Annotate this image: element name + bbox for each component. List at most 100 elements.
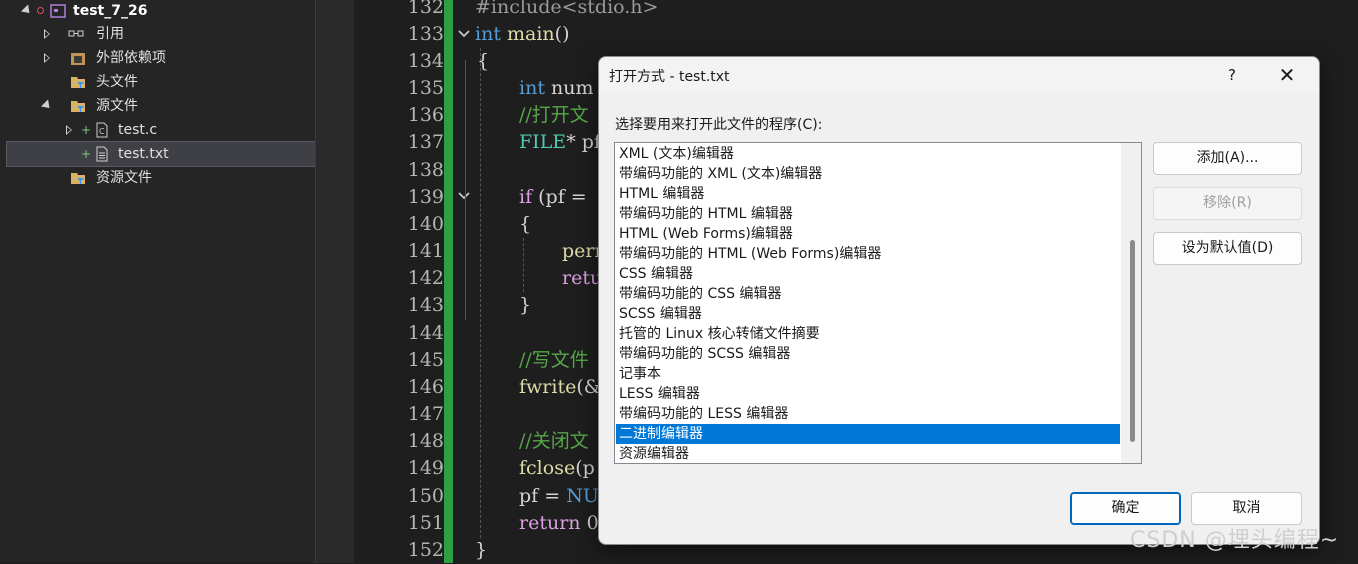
tree-item-label: 引用 xyxy=(96,26,124,42)
line-number: 149 xyxy=(407,457,444,479)
tree-item-references[interactable]: 引用 xyxy=(0,22,315,46)
program-option[interactable]: 带编码功能的 HTML 编辑器 xyxy=(616,204,1120,224)
listbox-scrollbar[interactable] xyxy=(1121,143,1141,463)
ok-button[interactable]: 确定 xyxy=(1070,492,1181,525)
pending-add-icon: + xyxy=(81,123,92,137)
svg-text:C: C xyxy=(99,127,105,136)
tree-item-external-deps[interactable]: 外部依赖项 xyxy=(0,46,315,70)
program-option[interactable]: 带编码功能的 XML (文本)编辑器 xyxy=(616,164,1120,184)
watermark: CSDN @埋头编程~ xyxy=(1130,528,1340,553)
tree-item-label: 外部依赖项 xyxy=(96,50,166,66)
code-text: 0 xyxy=(580,512,599,534)
set-default-button[interactable]: 设为默认值(D) xyxy=(1153,232,1302,265)
remove-button[interactable]: 移除(R) xyxy=(1153,187,1302,220)
program-option[interactable]: HTML 编辑器 xyxy=(616,184,1120,204)
program-option[interactable]: HTML (Web Forms)编辑器 xyxy=(616,224,1120,244)
tree-item-source-files[interactable]: 源文件 xyxy=(0,94,315,118)
line-number: 132 xyxy=(407,0,444,18)
code-text: pf = xyxy=(519,485,567,507)
code-line: #include<stdio.h> xyxy=(475,0,659,18)
tree-item-test-txt[interactable]: + test.txt xyxy=(6,141,316,167)
code-line: retu xyxy=(562,267,603,289)
line-number: 138 xyxy=(407,159,444,181)
program-listbox[interactable]: XML (文本)编辑器 带编码功能的 XML (文本)编辑器 HTML 编辑器 … xyxy=(614,142,1142,464)
tree-item-resource-files[interactable]: 资源文件 xyxy=(0,166,315,190)
program-option[interactable]: SCSS 编辑器 xyxy=(616,304,1120,324)
line-number: 144 xyxy=(407,322,444,344)
code-text: () xyxy=(554,23,570,45)
code-line: if (pf = xyxy=(519,184,587,211)
program-option[interactable]: CSS 编辑器 xyxy=(616,264,1120,284)
function-name: fwrite xyxy=(519,376,577,398)
error-indicator-icon xyxy=(37,7,44,14)
program-option[interactable]: 记事本 xyxy=(616,364,1120,384)
line-number: 150 xyxy=(407,485,444,507)
keyword: int xyxy=(519,77,545,99)
code-comment: //打开文 xyxy=(519,104,589,126)
references-icon xyxy=(68,30,84,37)
indent-guide xyxy=(480,48,481,538)
program-option[interactable]: XML (文本)编辑器 xyxy=(616,144,1120,164)
cancel-button[interactable]: 取消 xyxy=(1191,492,1302,525)
line-number-gutter: 132 133 134 135 136 137 138 139 140 141 … xyxy=(354,0,444,563)
solution-explorer: test_7_26 引用 外部依赖项 头文件 源文件 + C test.c + … xyxy=(0,0,316,563)
fold-region-line xyxy=(465,60,466,320)
expand-arrow-icon[interactable] xyxy=(20,4,34,17)
tree-item-label: 资源文件 xyxy=(96,170,152,186)
line-number: 146 xyxy=(407,376,444,398)
code-text: (pf = xyxy=(532,186,587,208)
collapse-arrow-icon[interactable] xyxy=(44,53,50,63)
tree-item-label: 头文件 xyxy=(96,74,138,90)
fold-chevron-icon[interactable] xyxy=(458,28,470,40)
project-icon xyxy=(50,4,66,18)
code-line: { xyxy=(519,213,532,235)
program-option-selected[interactable]: 二进制编辑器 xyxy=(616,424,1120,444)
indent-guide xyxy=(523,238,524,292)
tree-item-label: test.txt xyxy=(118,146,169,162)
code-comment: //关闭文 xyxy=(519,430,589,452)
tree-item-label: test.c xyxy=(118,122,158,138)
code-comment: //写文件 xyxy=(519,349,589,371)
program-list-label: 选择要用来打开此文件的程序(C): xyxy=(615,117,823,133)
fold-chevron-icon[interactable] xyxy=(458,190,470,202)
collapse-arrow-icon[interactable] xyxy=(66,125,72,135)
scrollbar-thumb[interactable] xyxy=(1130,240,1135,442)
line-number: 148 xyxy=(407,430,444,452)
line-number: 152 xyxy=(407,539,444,561)
program-option[interactable]: 带编码功能的 CSS 编辑器 xyxy=(616,284,1120,304)
line-number: 136 xyxy=(407,104,444,126)
dialog-titlebar[interactable]: 打开方式 - test.txt ? ✕ xyxy=(599,57,1319,93)
c-file-icon: C xyxy=(96,122,108,138)
add-button[interactable]: 添加(A)... xyxy=(1153,142,1302,175)
tree-item-header-files[interactable]: 头文件 xyxy=(0,70,315,94)
code-text: num xyxy=(544,77,594,99)
line-number: 133 xyxy=(407,23,444,45)
code-line: return 0 xyxy=(519,510,599,537)
pending-add-icon: + xyxy=(81,147,92,161)
collapse-arrow-icon[interactable] xyxy=(44,29,50,39)
code-line: { xyxy=(477,50,490,72)
program-option[interactable]: 资源编辑器 xyxy=(616,444,1120,463)
program-option[interactable]: 带编码功能的 HTML (Web Forms)编辑器 xyxy=(616,244,1120,264)
panel-splitter[interactable] xyxy=(315,0,354,563)
type-name: FILE xyxy=(519,131,567,153)
line-number: 151 xyxy=(407,512,444,534)
close-button[interactable]: ✕ xyxy=(1269,61,1305,89)
program-option[interactable]: 带编码功能的 LESS 编辑器 xyxy=(616,404,1120,424)
program-option[interactable]: LESS 编辑器 xyxy=(616,384,1120,404)
program-option[interactable]: 托管的 Linux 核心转储文件摘要 xyxy=(616,324,1120,344)
filter-folder-icon xyxy=(71,101,85,112)
program-option[interactable]: 带编码功能的 SCSS 编辑器 xyxy=(616,344,1120,364)
tree-item-test-c[interactable]: + C test.c xyxy=(0,118,315,142)
code-text: (p xyxy=(575,457,595,479)
line-number: 141 xyxy=(407,240,444,262)
tree-project-row[interactable]: test_7_26 xyxy=(0,0,315,23)
keyword: if xyxy=(519,186,533,208)
help-button[interactable]: ? xyxy=(1215,63,1249,87)
expand-arrow-icon[interactable] xyxy=(40,99,54,112)
line-number: 139 xyxy=(407,186,444,208)
code-line: } xyxy=(519,294,532,316)
function-name: main xyxy=(500,23,555,45)
function-name: fclose xyxy=(519,457,576,479)
keyword: int xyxy=(475,23,501,45)
